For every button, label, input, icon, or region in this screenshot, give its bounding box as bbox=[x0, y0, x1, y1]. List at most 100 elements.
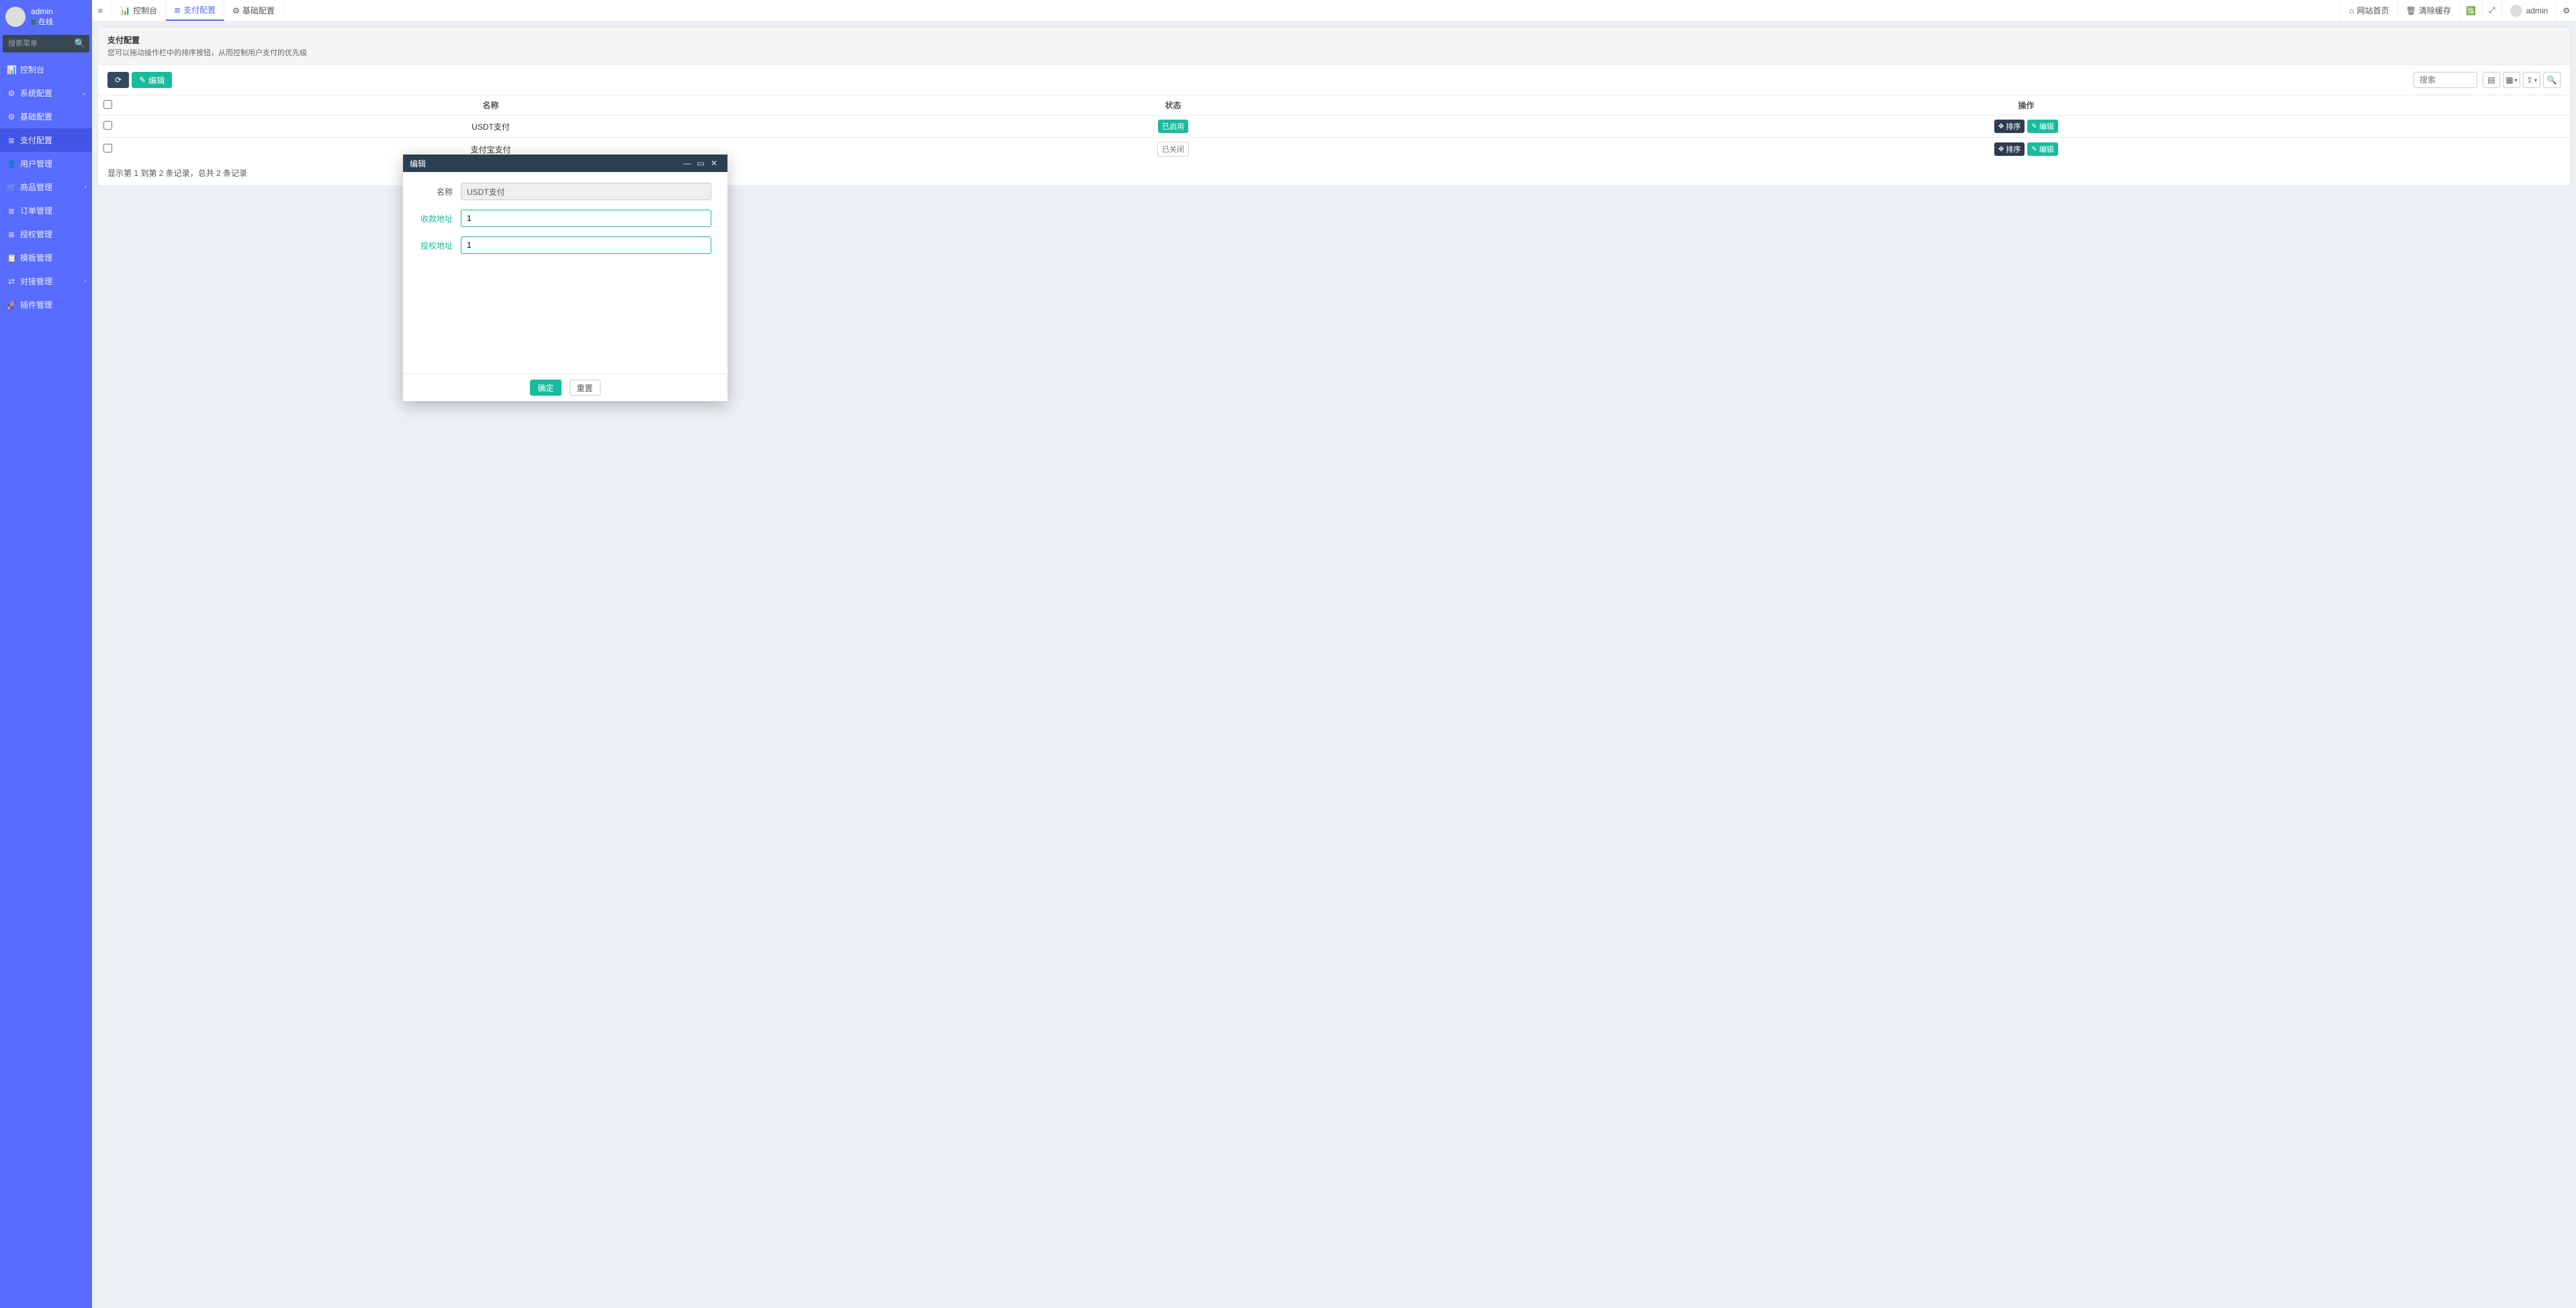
sidebar-item-label: 订单管理 bbox=[20, 205, 52, 216]
dashboard-icon: 📋 bbox=[7, 253, 16, 263]
input-addr1[interactable] bbox=[461, 210, 711, 227]
sidebar-item-6[interactable]: ≣订单管理 bbox=[0, 199, 92, 222]
label-name: 名称 bbox=[419, 186, 453, 198]
avatar-small bbox=[2510, 5, 2522, 17]
refresh-button[interactable]: ⟳ bbox=[107, 72, 129, 88]
toolbar: ⟳ ✎编辑 ▤ ▦▾ ⇪▾ 🔍 bbox=[98, 65, 2570, 95]
col-status[interactable]: 状态 bbox=[864, 95, 1482, 116]
row-checkbox[interactable] bbox=[103, 121, 112, 130]
list-icon: ≣ bbox=[7, 136, 16, 145]
sidebar-item-label: 模板管理 bbox=[20, 252, 52, 263]
user-info: admin 在线 bbox=[31, 7, 53, 27]
sidebar-item-7[interactable]: ≣ 授权管理 bbox=[0, 222, 92, 246]
sidebar: admin 在线 🔍 📊 控制台 ⚙系统配置⌄⚙基础配置 ≣ 支付配置 👤用户管理 🛒 商品管… bbox=[0, 0, 92, 1308]
tab-0[interactable]: 📊控制台 bbox=[112, 0, 166, 21]
site-home-button[interactable]: ⌂网站首页 bbox=[2340, 0, 2397, 21]
sidebar-item-9[interactable]: ⇄对接管理‹ bbox=[0, 269, 92, 293]
header-user-button[interactable]: admin bbox=[2501, 0, 2557, 21]
row-edit-button[interactable]: ✎编辑 bbox=[2027, 120, 2057, 133]
sidebar-toggle-button[interactable]: ≡ bbox=[92, 0, 112, 21]
tab-2[interactable]: ⚙基础配置 bbox=[224, 0, 283, 21]
cell-status: 已启用 bbox=[864, 116, 1482, 138]
modal-minimize-button[interactable]: — bbox=[680, 159, 694, 168]
header-user-label: admin bbox=[2526, 6, 2548, 15]
status-badge[interactable]: 已启用 bbox=[1158, 120, 1188, 133]
pencil-icon: ✎ bbox=[139, 75, 146, 85]
sidebar-item-8[interactable]: 📋 模板管理 bbox=[0, 246, 92, 269]
modal-ok-button[interactable]: 确定 bbox=[530, 380, 561, 396]
tachometer-icon: 📊 bbox=[7, 65, 16, 75]
tab-1[interactable]: ≣支付配置 bbox=[166, 0, 224, 21]
fullscreen-button[interactable]: ⤢ bbox=[2482, 0, 2501, 21]
chevron-down-icon: ⌄ bbox=[81, 89, 87, 97]
sidebar-search-input[interactable] bbox=[3, 35, 71, 52]
col-action[interactable]: 操作 bbox=[1482, 95, 2570, 116]
avatar[interactable] bbox=[5, 7, 26, 27]
cell-action: ✥排序✎编辑 bbox=[1482, 116, 2570, 138]
row-edit-button[interactable]: ✎编辑 bbox=[2027, 142, 2057, 156]
modal-maximize-button[interactable]: ▭ bbox=[694, 159, 707, 168]
sidebar-item-label: 控制台 bbox=[20, 64, 44, 75]
select-all-checkbox[interactable] bbox=[103, 100, 112, 109]
tab-label: 控制台 bbox=[133, 5, 157, 16]
input-addr2[interactable] bbox=[461, 236, 711, 254]
user-panel: admin 在线 bbox=[0, 0, 92, 34]
form-row-addr1: 收款地址 bbox=[419, 210, 711, 227]
modal-head[interactable]: 编辑 — ▭ ✕ bbox=[403, 155, 727, 172]
site-home-label: 网站首页 bbox=[2357, 5, 2389, 16]
sort-icon: ✥ bbox=[1998, 123, 2004, 130]
modal-title: 编辑 bbox=[410, 158, 680, 169]
header-right: ⌂网站首页 🗑清除缓存 🈯 ⤢ admin ⚙ bbox=[2340, 0, 2576, 21]
tab-label: 支付配置 bbox=[183, 4, 216, 15]
maximize-icon: ▭ bbox=[697, 159, 704, 168]
sidebar-item-label: 用户管理 bbox=[20, 158, 52, 169]
home-icon: ⌂ bbox=[2349, 6, 2354, 15]
sidebar-item-label: 商品管理 bbox=[20, 181, 52, 193]
sidebar-item-3[interactable]: ≣ 支付配置 bbox=[0, 128, 92, 152]
sidebar-item-10[interactable]: 🚀插件管理 bbox=[0, 293, 92, 316]
sidebar-item-4[interactable]: 👤用户管理 bbox=[0, 152, 92, 175]
sidebar-item-1[interactable]: ⚙系统配置⌄ bbox=[0, 81, 92, 105]
list-icon: ≣ bbox=[7, 230, 16, 239]
search-toggle-button[interactable]: 🔍 bbox=[2543, 72, 2561, 88]
tab-label: 基础配置 bbox=[242, 5, 275, 16]
row-checkbox[interactable] bbox=[103, 144, 112, 152]
header-spacer bbox=[283, 0, 2341, 21]
sidebar-nav: 📊控制台⚙系统配置⌄⚙基础配置≣支付配置👤用户管理🛒商品管理‹≣订单管理≣授权管… bbox=[0, 58, 92, 316]
col-checkbox bbox=[98, 95, 118, 116]
sidebar-item-label: 支付配置 bbox=[20, 134, 52, 146]
tab-bar: 📊控制台≣支付配置⚙基础配置 bbox=[112, 0, 283, 21]
cart-icon: 🛒 bbox=[7, 183, 16, 192]
edit-button[interactable]: ✎编辑 bbox=[132, 72, 172, 88]
status-badge[interactable]: 已关闭 bbox=[1157, 142, 1189, 157]
header: ≡ 📊控制台≣支付配置⚙基础配置 ⌂网站首页 🗑清除缓存 🈯 ⤢ admin ⚙ bbox=[92, 0, 2576, 21]
language-button[interactable]: 🈯 bbox=[2459, 0, 2482, 21]
sidebar-item-label: 授权管理 bbox=[20, 228, 52, 240]
sidebar-item-2[interactable]: ⚙基础配置 bbox=[0, 105, 92, 128]
modal-close-button[interactable]: ✕ bbox=[707, 159, 721, 168]
data-table: 名称 状态 操作 USDT支付已启用✥排序✎编辑支付宝支付已关闭✥排序✎编辑 bbox=[98, 95, 2570, 161]
trash-icon: 🗑 bbox=[2406, 6, 2416, 15]
pencil-icon: ✎ bbox=[2031, 146, 2037, 153]
gear-icon: ⚙ bbox=[232, 6, 240, 15]
sidebar-item-0[interactable]: 📊 控制台 bbox=[0, 58, 92, 81]
sort-button[interactable]: ✥排序 bbox=[1994, 120, 2025, 133]
toggle-view-button[interactable]: ▤ bbox=[2483, 72, 2500, 88]
close-icon: ✕ bbox=[711, 159, 717, 168]
table-search-input[interactable] bbox=[2413, 72, 2477, 88]
export-button[interactable]: ⇪▾ bbox=[2523, 72, 2540, 88]
modal-reset-label: 重置 bbox=[577, 382, 593, 394]
sidebar-item-5[interactable]: 🛒商品管理‹ bbox=[0, 175, 92, 199]
th-icon: ▦ bbox=[2505, 75, 2513, 85]
columns-button[interactable]: ▦▾ bbox=[2503, 72, 2520, 88]
col-name[interactable]: 名称 bbox=[118, 95, 864, 116]
modal-reset-button[interactable]: 重置 bbox=[570, 380, 601, 396]
edit-button-label: 编辑 bbox=[148, 75, 165, 86]
sort-button[interactable]: ✥排序 bbox=[1994, 142, 2025, 156]
sidebar-search-button[interactable]: 🔍 bbox=[71, 35, 89, 52]
gear-icon: ⚙ bbox=[7, 112, 16, 122]
search-icon: 🔍 bbox=[75, 38, 86, 48]
header-settings-button[interactable]: ⚙ bbox=[2556, 0, 2576, 21]
exchange-icon: ⇄ bbox=[7, 277, 16, 286]
clear-cache-button[interactable]: 🗑清除缓存 bbox=[2397, 0, 2459, 21]
